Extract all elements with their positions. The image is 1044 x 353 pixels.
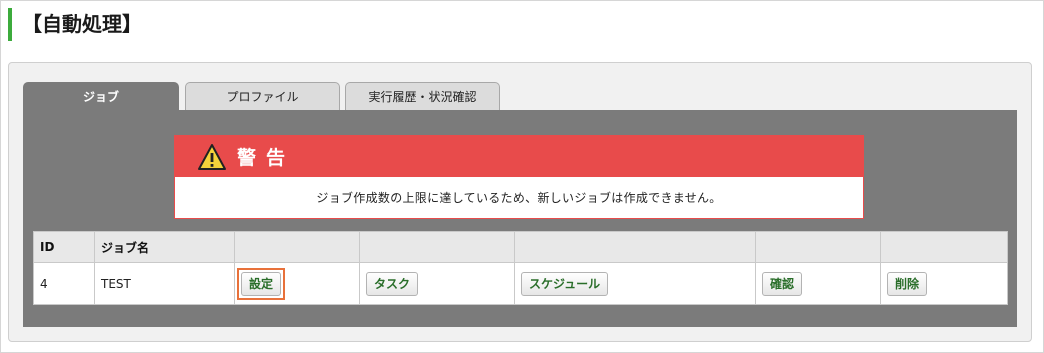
column-header-settings [234, 231, 360, 263]
task-cell: タスク [359, 262, 515, 305]
column-header-confirm [755, 231, 881, 263]
column-header-schedule [514, 231, 756, 263]
column-header-id: ID [33, 231, 95, 263]
warning-box: 警告 ジョブ作成数の上限に達しているため、新しいジョブは作成できません。 [174, 135, 864, 219]
warning-message: ジョブ作成数の上限に達しているため、新しいジョブは作成できません。 [316, 191, 722, 205]
table-header-row: ID ジョブ名 [33, 231, 1008, 263]
jobs-table: ID ジョブ名 4 TEST 設定 タスク スケジュール 確認 削除 [33, 231, 1008, 305]
delete-button[interactable]: 削除 [887, 271, 928, 296]
table-row: 4 TEST 設定 タスク スケジュール 確認 削除 [33, 262, 1008, 305]
column-header-task [359, 231, 515, 263]
schedule-button[interactable]: スケジュール [521, 271, 609, 296]
schedule-cell: スケジュール [514, 262, 756, 305]
page-title: 【自動処理】 [8, 8, 142, 41]
settings-cell: 設定 [234, 262, 360, 305]
tab-history[interactable]: 実行履歴・状況確認 [345, 82, 500, 110]
settings-button[interactable]: 設定 [241, 271, 282, 296]
warning-title: 警告 [237, 147, 296, 169]
column-header-job-name: ジョブ名 [94, 231, 235, 263]
tab-profiles[interactable]: プロファイル [185, 82, 340, 110]
job-name-cell: TEST [94, 262, 235, 305]
warning-header: 警告 [175, 136, 863, 177]
warning-triangle-icon [198, 143, 226, 170]
column-header-delete [880, 231, 1008, 263]
confirm-button[interactable]: 確認 [762, 271, 803, 296]
job-id-cell: 4 [33, 262, 95, 305]
tab-jobs[interactable]: ジョブ [23, 82, 179, 110]
settings-highlight: 設定 [237, 267, 286, 300]
task-button[interactable]: タスク [366, 271, 419, 296]
delete-cell: 削除 [880, 262, 1008, 305]
confirm-cell: 確認 [755, 262, 881, 305]
